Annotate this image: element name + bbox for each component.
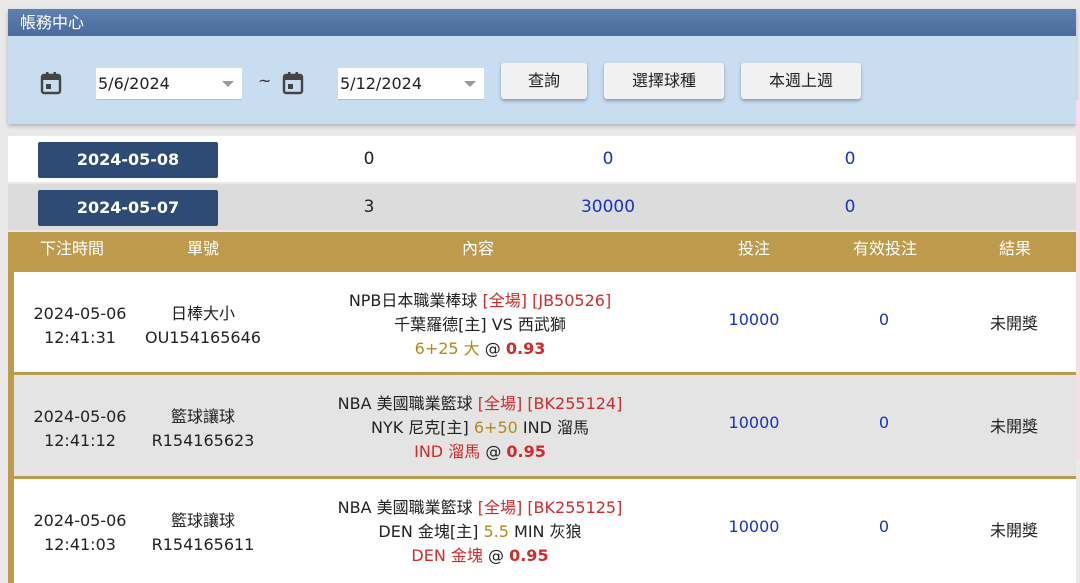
period-tag: [全場]: [477, 498, 523, 517]
bet-type: 籃球讓球: [170, 407, 235, 426]
away-team: MIN 灰狼: [514, 522, 582, 541]
valid-stake: 0: [878, 517, 890, 536]
panel-title: 帳務中心: [8, 9, 1076, 36]
league-name: NBA 美國職業籃球: [337, 394, 473, 413]
valid-amount: 0: [844, 149, 856, 169]
this-week-last-week-button[interactable]: 本週上週: [741, 63, 861, 99]
bet-date: 2024-05-06: [33, 511, 127, 530]
bet-pick: 6+25 大: [414, 339, 480, 358]
at-sign: @: [485, 442, 502, 461]
match-code: [BK255124]: [527, 394, 623, 413]
header-valid: 有效投注: [852, 239, 917, 258]
start-date-input[interactable]: 5/6/2024: [96, 68, 242, 100]
bet-type: 日棒大小: [170, 304, 235, 323]
start-date-value: 5/6/2024: [98, 74, 170, 93]
away-team: 西武獅: [517, 315, 566, 334]
date-range-separator: ~: [258, 71, 272, 90]
header-ticket: 單號: [186, 239, 219, 258]
date-badge[interactable]: 2024-05-08: [38, 142, 218, 178]
stake-amount: 10000: [728, 310, 780, 329]
league-name: NBA 美國職業籃球: [337, 498, 473, 517]
result-status: 未開獎: [989, 521, 1038, 540]
bet-time: 12:41:31: [44, 328, 116, 347]
ticket-number: OU154165646: [145, 328, 261, 347]
bet-pick: IND 溜馬: [414, 442, 481, 461]
league-name: NPB日本職業棒球: [348, 291, 478, 310]
bet-time: 12:41:12: [44, 431, 116, 450]
stake-amount: 10000: [728, 413, 780, 432]
side-strip: [1076, 100, 1080, 460]
account-center-panel: 帳務中心 5/6/2024 ~ 5/12/2024 查詢 選擇球種 本週上週: [8, 9, 1076, 124]
period-tag: [全場]: [477, 394, 523, 413]
header-time: 下注時間: [39, 239, 104, 258]
valid-amount: 0: [844, 197, 856, 217]
bet-time: 12:41:03: [44, 535, 116, 554]
stake-amount: 10000: [728, 517, 780, 536]
handicap-value: 6+50: [473, 418, 518, 437]
bet-amount: 30000: [580, 197, 636, 217]
ticket-number: R154165623: [151, 431, 255, 450]
odds-value: 0.95: [506, 442, 546, 461]
query-button[interactable]: 查詢: [501, 63, 587, 99]
end-date-input[interactable]: 5/12/2024: [338, 68, 484, 100]
home-team: 千葉羅德[主]: [394, 315, 487, 334]
versus-label: VS: [491, 315, 513, 334]
header-stake: 投注: [737, 239, 770, 258]
result-status: 未開獎: [989, 417, 1038, 436]
table-row[interactable]: 2024-05-06 12:41:31 日棒大小 OU154165646 NPB…: [14, 272, 1076, 372]
table-header: 下注時間 單號 內容 投注 有效投注 結果: [8, 232, 1076, 266]
bet-date: 2024-05-06: [33, 304, 127, 323]
bet-date: 2024-05-06: [33, 407, 127, 426]
date-badge[interactable]: 2024-05-07: [38, 190, 218, 226]
table-row[interactable]: 2024-05-06 12:41:12 籃球讓球 R154165623 NBA …: [14, 375, 1076, 476]
chevron-down-icon[interactable]: [464, 81, 476, 87]
calendar-icon[interactable]: [40, 71, 62, 95]
calendar-icon[interactable]: [282, 71, 304, 95]
summary-row[interactable]: 2024-05-07 3 30000 0: [8, 184, 1076, 230]
away-team: IND 溜馬: [522, 418, 590, 437]
period-tag: [全場]: [482, 291, 528, 310]
header-content: 內容: [461, 239, 494, 258]
bet-pick: DEN 金塊: [411, 546, 483, 565]
at-sign: @: [488, 546, 504, 565]
bet-count: 0: [363, 149, 375, 169]
header-result: 結果: [998, 239, 1031, 258]
ticket-number: R154165611: [151, 535, 255, 554]
valid-stake: 0: [878, 413, 890, 432]
result-status: 未開獎: [989, 314, 1038, 333]
summary-row[interactable]: 2024-05-08 0 0 0: [8, 136, 1076, 182]
odds-value: 0.93: [505, 339, 546, 358]
handicap-value: 5.5: [483, 522, 509, 541]
bet-amount: 0: [602, 149, 614, 169]
table-row[interactable]: 2024-05-06 12:41:03 籃球讓球 R154165611 NBA …: [14, 479, 1076, 583]
match-code: [JB50526]: [532, 291, 612, 310]
home-team: DEN 金塊[主]: [378, 522, 479, 541]
end-date-value: 5/12/2024: [340, 74, 423, 93]
bet-type: 籃球讓球: [170, 511, 235, 530]
bet-table: 2024-05-06 12:41:31 日棒大小 OU154165646 NPB…: [8, 266, 1076, 583]
valid-stake: 0: [878, 310, 890, 329]
match-code: [BK255125]: [527, 498, 623, 517]
odds-value: 0.95: [509, 546, 549, 565]
bet-count: 3: [363, 197, 375, 217]
at-sign: @: [484, 339, 501, 358]
select-sport-button[interactable]: 選擇球種: [604, 63, 724, 99]
home-team: NYK 尼克[主]: [370, 418, 469, 437]
chevron-down-icon[interactable]: [222, 81, 234, 87]
date-filter-row: 5/6/2024 ~ 5/12/2024 查詢 選擇球種 本週上週: [8, 63, 1076, 103]
